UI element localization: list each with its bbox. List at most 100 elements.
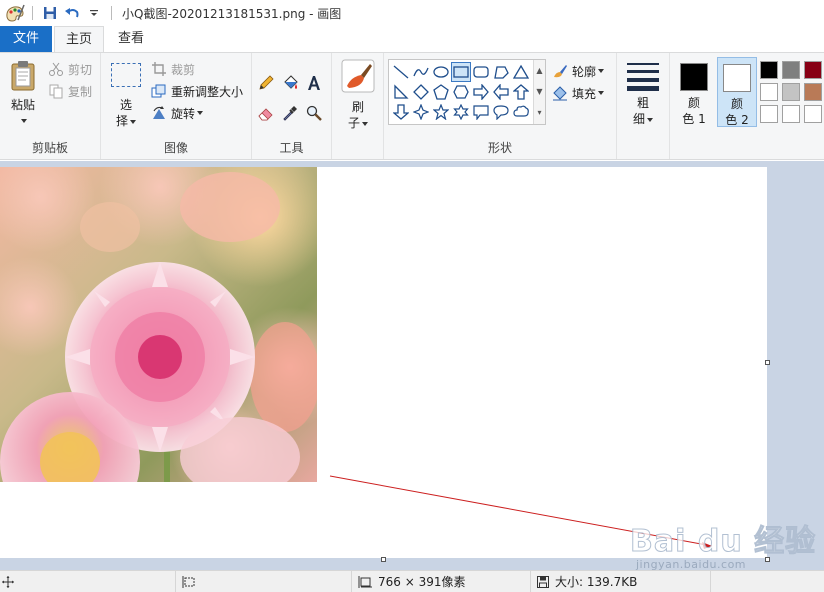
image-group: 选 择 裁剪 重新调整大小 旋转 图像 [101, 53, 252, 159]
oval-callout-shape-icon[interactable] [491, 102, 511, 122]
disk-icon [537, 575, 549, 588]
scroll-up-icon[interactable]: ▲ [534, 60, 545, 81]
diamond-shape-icon[interactable] [411, 82, 431, 102]
paste-button[interactable]: 粘贴 [4, 59, 42, 127]
shapes-gallery-scrollbar[interactable]: ▲ ▼ ▾ [533, 60, 545, 124]
cloud-callout-shape-icon[interactable] [511, 102, 531, 122]
color-1-button[interactable]: 颜 色 1 [674, 57, 714, 127]
watermark-main-text: Bai du 经验 [629, 524, 817, 560]
palette-color-swatch[interactable] [760, 61, 778, 79]
file-size-text: 大小: 139.7KB [555, 575, 638, 589]
fill-tool[interactable] [282, 73, 302, 93]
clipboard-group: 粘贴 剪切 复制 剪贴板 [0, 53, 101, 159]
size-button[interactable]: 粗 细 [623, 61, 663, 127]
size-label-1: 粗 [636, 96, 649, 110]
palette-color-swatch[interactable] [804, 105, 822, 123]
select-button[interactable]: 选 择 [109, 63, 143, 129]
rotate-button[interactable]: 旋转 [151, 103, 204, 123]
four-point-star-shape-icon[interactable] [411, 102, 431, 122]
color-1-swatch [680, 63, 708, 91]
canvas-workspace[interactable]: Bai du 经验 jingyan.baidu.com [0, 161, 824, 571]
brushes-dropdown-icon [362, 121, 368, 126]
cut-button[interactable]: 剪切 [48, 59, 92, 79]
shapes-group: ▲ ▼ ▾ 轮廓 填充 形状 [384, 53, 617, 159]
crop-button[interactable]: 裁剪 [151, 59, 195, 79]
right-arrow-shape-icon[interactable] [471, 82, 491, 102]
gallery-expand-icon[interactable]: ▾ [534, 102, 545, 123]
text-tool[interactable] [306, 73, 326, 93]
palette-color-swatch[interactable] [804, 61, 822, 79]
pencil-tool[interactable] [258, 73, 278, 93]
pencil-icon [259, 75, 274, 90]
magnifier-icon [306, 105, 322, 121]
triangle-shape-icon[interactable] [511, 62, 531, 82]
scroll-down-icon[interactable]: ▼ [534, 81, 545, 102]
oval-shape-icon[interactable] [431, 62, 451, 82]
brushes-button[interactable]: 刷 子 [338, 59, 378, 131]
cursor-position [0, 571, 20, 592]
curve-shape-icon[interactable] [411, 62, 431, 82]
undo-icon[interactable] [63, 4, 81, 22]
right-triangle-shape-icon[interactable] [391, 82, 411, 102]
select-dropdown-icon [130, 119, 136, 124]
paint-app-icon[interactable] [4, 2, 26, 24]
rect-callout-shape-icon[interactable] [471, 102, 491, 122]
outline-button[interactable]: 轮廓 [552, 61, 605, 81]
left-arrow-shape-icon[interactable] [491, 82, 511, 102]
down-arrow-shape-icon[interactable] [391, 102, 411, 122]
rounded-rectangle-shape-icon[interactable] [471, 62, 491, 82]
eraser-tool[interactable] [258, 103, 278, 123]
crop-label: 裁剪 [171, 62, 196, 77]
pentagon-shape-icon[interactable] [431, 82, 451, 102]
palette-color-swatch[interactable] [760, 105, 778, 123]
rectangle-shape-icon[interactable] [451, 62, 471, 82]
fill-button[interactable]: 填充 [552, 83, 605, 103]
image-dimensions: 766 × 391像素 [351, 571, 530, 592]
up-arrow-shape-icon[interactable] [511, 82, 531, 102]
palette-color-swatch[interactable] [782, 105, 800, 123]
rotate-icon [153, 106, 165, 119]
five-point-star-shape-icon[interactable] [431, 102, 451, 122]
annotation-arrow [329, 475, 713, 549]
line-shape-icon[interactable] [391, 62, 411, 82]
selection-size-icon [182, 575, 196, 588]
tools-group-label: 工具 [279, 141, 304, 155]
resize-handle-bottom[interactable] [381, 557, 386, 562]
palette-color-swatch[interactable] [782, 83, 800, 101]
color-2-label-1: 颜 [730, 97, 743, 111]
paste-label: 粘贴 [10, 98, 35, 112]
size-label-2: 细 [632, 112, 645, 126]
ribbon: 粘贴 剪切 复制 剪贴板 选 择 裁剪 重新调整大小 旋转 图像 工具 刷 子 … [0, 52, 824, 160]
magnifier-tool[interactable] [306, 103, 326, 123]
save-icon[interactable] [41, 4, 59, 22]
size-group: 粗 细 [617, 53, 670, 159]
rotate-label: 旋转 [171, 106, 196, 121]
image-dimensions-icon [358, 575, 372, 588]
paint-bucket-icon [284, 75, 298, 89]
copy-button[interactable]: 复制 [48, 81, 92, 101]
eyedropper-icon [283, 106, 297, 121]
resize-handle-right[interactable] [765, 360, 770, 365]
clipboard-icon [11, 61, 35, 91]
color-picker-tool[interactable] [282, 103, 302, 123]
brushes-group: 刷 子 [332, 53, 384, 159]
palette-color-swatch[interactable] [782, 61, 800, 79]
tab-view[interactable]: 查看 [106, 26, 156, 52]
ribbon-tabs: 文件 主页 查看 [0, 26, 824, 53]
tab-home[interactable]: 主页 [54, 26, 104, 53]
tab-file[interactable]: 文件 [0, 26, 52, 52]
six-point-star-shape-icon[interactable] [451, 102, 471, 122]
clipboard-group-label: 剪贴板 [31, 141, 68, 155]
size-dropdown-icon [647, 117, 653, 122]
resize-button[interactable]: 重新调整大小 [151, 81, 243, 101]
color-2-button[interactable]: 颜 色 2 [717, 57, 757, 127]
drawing-canvas[interactable] [0, 167, 767, 558]
outline-label: 轮廓 [572, 64, 597, 79]
customize-quick-access-icon[interactable] [85, 4, 103, 22]
hexagon-shape-icon[interactable] [451, 82, 471, 102]
color-2-swatch [723, 64, 751, 92]
image-group-label: 图像 [163, 141, 188, 155]
palette-color-swatch[interactable] [804, 83, 822, 101]
palette-color-swatch[interactable] [760, 83, 778, 101]
polygon-shape-icon[interactable] [491, 62, 511, 82]
